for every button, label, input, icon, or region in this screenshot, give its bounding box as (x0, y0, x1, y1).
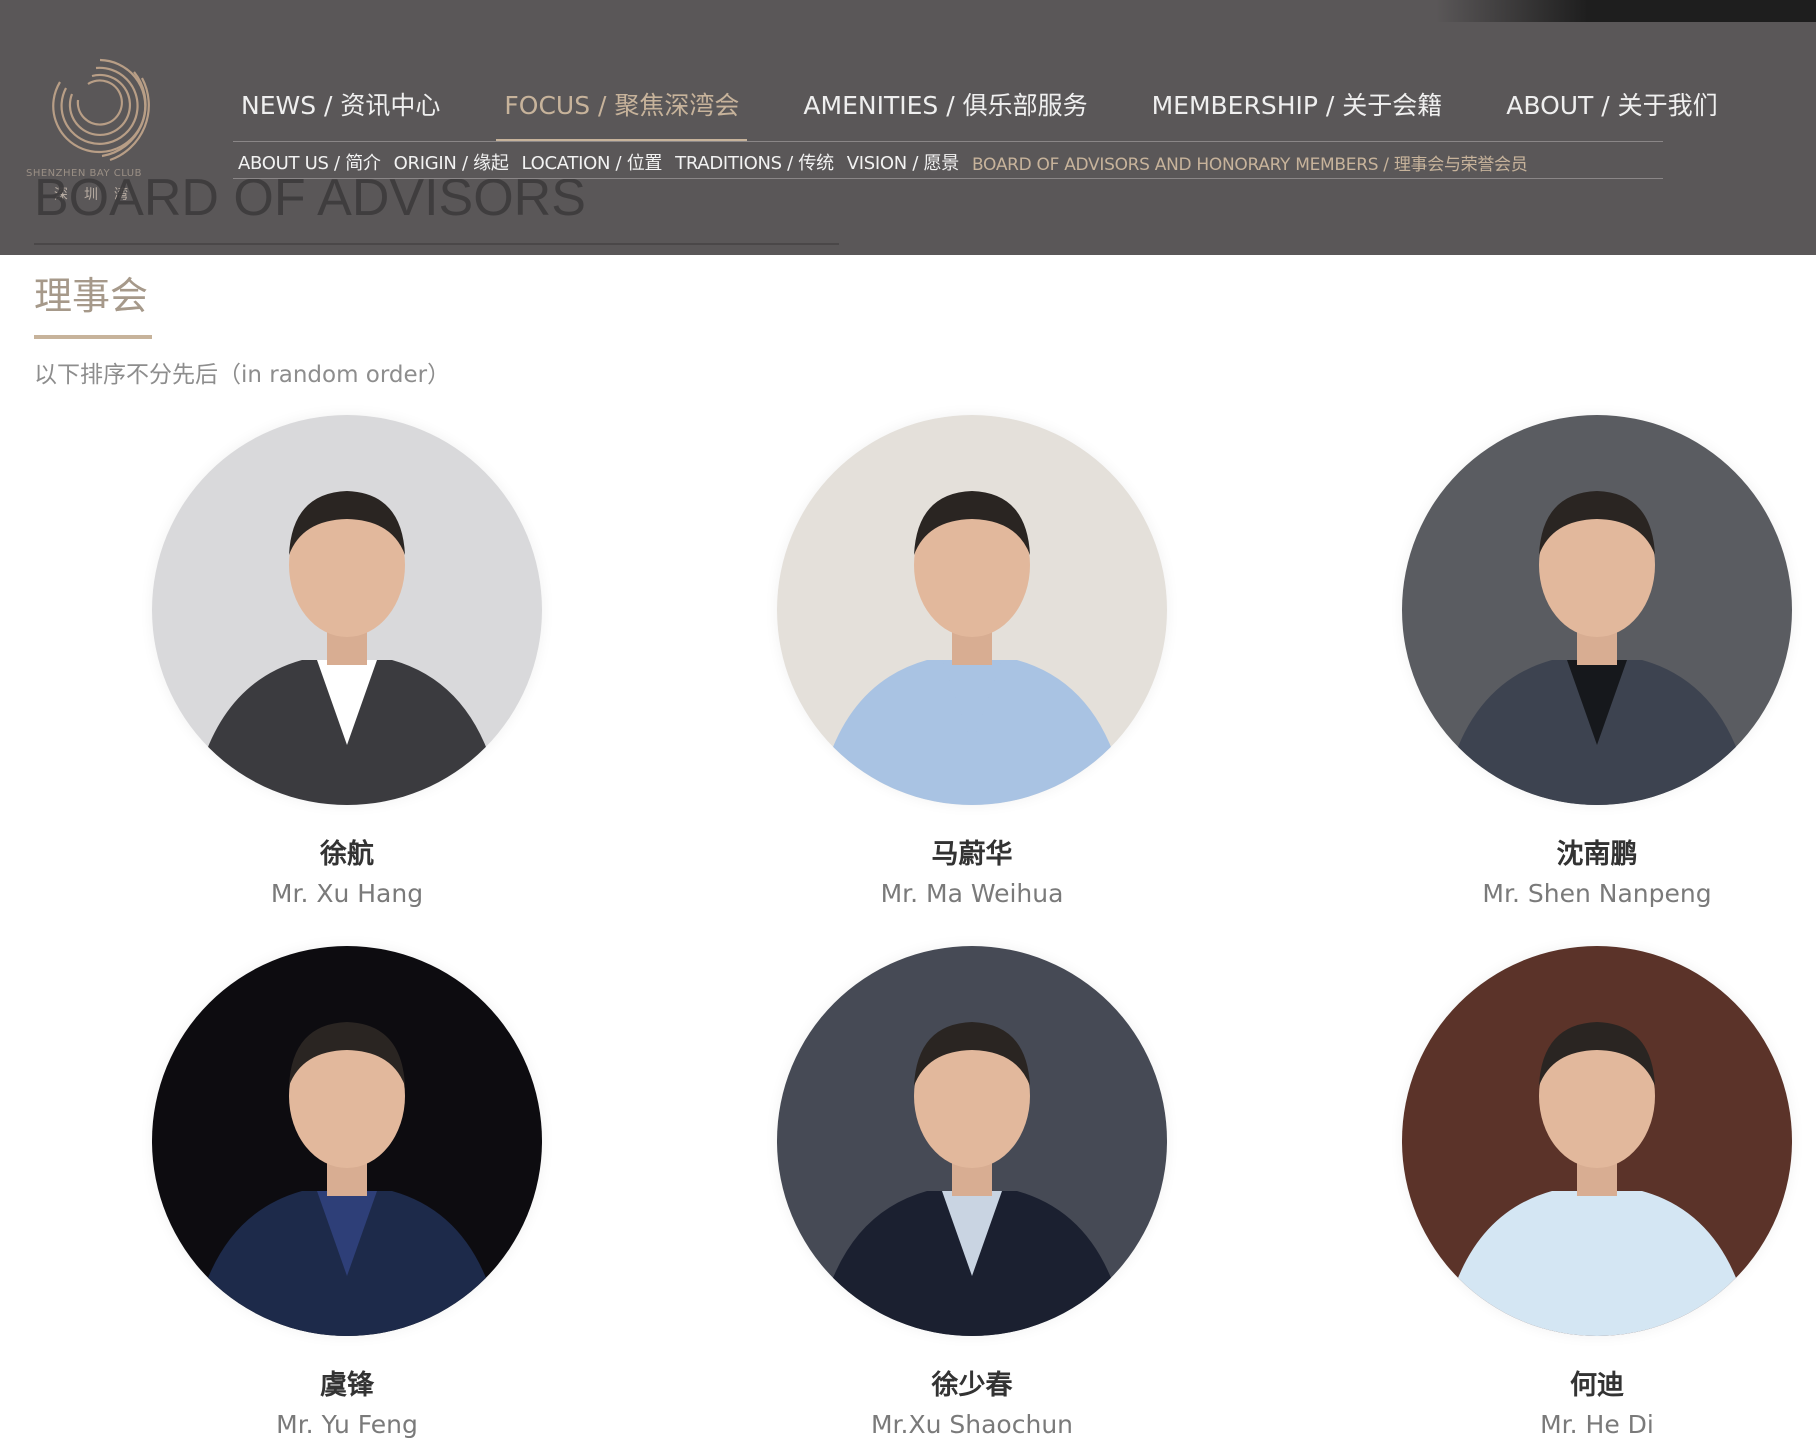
member-portrait[interactable] (152, 415, 542, 805)
member-name-cn: 何迪 (1570, 1370, 1624, 1401)
nav-item-focus[interactable]: FOCUS / 聚焦深湾会 (496, 86, 748, 142)
member-portrait[interactable] (1402, 946, 1792, 1336)
member-name-cn: 徐航 (320, 839, 374, 870)
member-name-en: Mr. Xu Hang (270, 879, 424, 908)
member-name-en: Mr. Ma Weihua (880, 879, 1064, 908)
sub-nav: ABOUT US / 简介 ORIGIN / 缘起 LOCATION / 位置 … (238, 148, 1668, 176)
person-photo-icon (777, 946, 1167, 1336)
nav-item-about[interactable]: ABOUT / 关于我们 (1498, 86, 1725, 122)
member-card[interactable]: 徐少春 Mr.Xu Shaochun (762, 946, 1182, 1439)
member-name-cn: 徐少春 (931, 1370, 1013, 1401)
nav-divider (233, 141, 1663, 142)
person-photo-icon (1402, 946, 1792, 1336)
nav-item-membership[interactable]: MEMBERSHIP / 关于会籍 (1144, 86, 1451, 122)
member-name-cn: 马蔚华 (931, 839, 1013, 870)
member-name-cn: 沈南鹏 (1556, 839, 1638, 870)
member-portrait[interactable] (777, 415, 1167, 805)
nav-item-news[interactable]: NEWS / 资讯中心 (233, 86, 448, 122)
subnav-item-vision[interactable]: VISION / 愿景 (847, 149, 960, 175)
site-header: SHENZHEN BAY CLUB 深圳湾 BOARD OF ADVISORS … (0, 0, 1816, 255)
member-name-cn: 虞锋 (320, 1370, 374, 1401)
subnav-item-board[interactable]: BOARD OF ADVISORS AND HONORARY MEMBERS /… (972, 150, 1528, 175)
member-card[interactable]: 虞锋 Mr. Yu Feng (137, 946, 557, 1439)
member-card[interactable]: 徐航 Mr. Xu Hang (137, 415, 557, 908)
person-photo-icon (152, 415, 542, 805)
subnav-item-about-us[interactable]: ABOUT US / 简介 (238, 149, 381, 175)
section-title-rule (34, 335, 152, 339)
person-photo-icon (777, 415, 1167, 805)
member-name-en: Mr. Yu Feng (276, 1410, 418, 1439)
member-name-en: Mr. Shen Nanpeng (1482, 879, 1712, 908)
member-portrait[interactable] (1402, 415, 1792, 805)
main-nav: NEWS / 资讯中心 FOCUS / 聚焦深湾会 AMENITIES / 俱乐… (233, 70, 1718, 142)
member-card[interactable]: 马蔚华 Mr. Ma Weihua (762, 415, 1182, 908)
member-name-en: Mr.Xu Shaochun (870, 1410, 1074, 1439)
member-portrait[interactable] (777, 946, 1167, 1336)
member-card[interactable]: 何迪 Mr. He Di (1387, 946, 1807, 1439)
subnav-item-traditions[interactable]: TRADITIONS / 传统 (675, 149, 834, 175)
subnav-item-location[interactable]: LOCATION / 位置 (522, 149, 663, 175)
swirl-logo-icon (52, 58, 150, 162)
member-card[interactable]: 沈南鹏 Mr. Shen Nanpeng (1387, 415, 1807, 908)
member-portrait[interactable] (152, 946, 542, 1336)
subnav-divider (233, 178, 1663, 179)
subnav-item-origin[interactable]: ORIGIN / 缘起 (394, 149, 509, 175)
title-underline (34, 243, 839, 245)
section-title: 理事会 (34, 274, 149, 318)
nav-item-amenities[interactable]: AMENITIES / 俱乐部服务 (795, 86, 1095, 122)
page-title-ghost: BOARD OF ADVISORS (34, 169, 586, 227)
order-note: 以下排序不分先后（in random order） (34, 362, 451, 388)
member-name-en: Mr. He Di (1540, 1410, 1654, 1439)
person-photo-icon (1402, 415, 1792, 805)
person-photo-icon (152, 946, 542, 1336)
